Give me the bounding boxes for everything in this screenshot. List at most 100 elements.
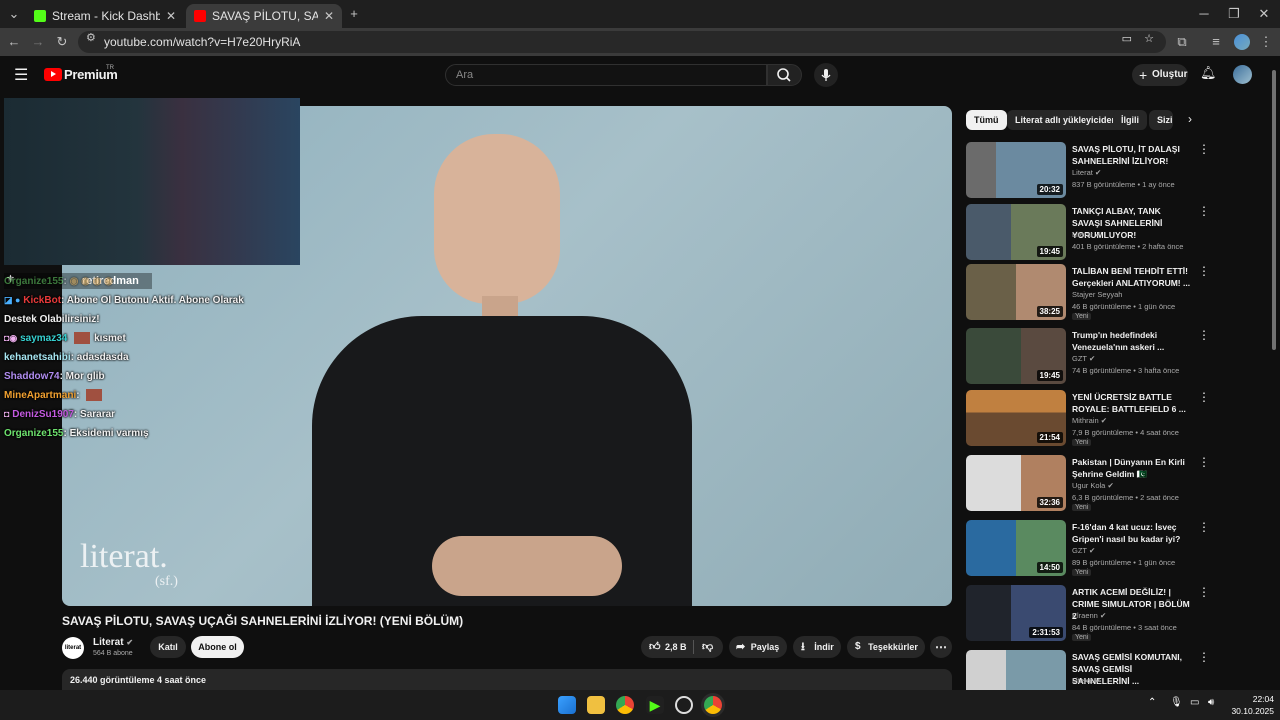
- start-menu-icon[interactable]: [558, 696, 576, 714]
- more-options-icon[interactable]: ⋮: [1198, 204, 1210, 218]
- recommended-video[interactable]: 19:45 TANKÇI ALBAY, TANK SAVAŞI SAHNELER…: [966, 204, 1216, 262]
- youtube-logo-icon[interactable]: [44, 68, 62, 81]
- tab-youtube-video[interactable]: SAVAŞ PİLOTU, SAVAŞ UÇAĞ ✕: [186, 4, 342, 28]
- extensions-icon[interactable]: ⧉: [1172, 28, 1192, 56]
- join-button[interactable]: Katıl: [150, 636, 186, 658]
- close-tab-icon[interactable]: ✕: [324, 9, 334, 23]
- video-title[interactable]: Trump'ın hedefindeki Venezuela'nın asker…: [1072, 329, 1192, 353]
- recommended-video[interactable]: 20:32 SAVAŞ PİLOTU, İT DALAŞI SAHNELERİN…: [966, 142, 1216, 200]
- channel-line[interactable]: Ugur Kola ✔: [1072, 481, 1114, 490]
- channel-line[interactable]: Literat ✔: [1072, 168, 1101, 177]
- channel-avatar[interactable]: literat: [62, 637, 84, 659]
- site-info-icon[interactable]: ⚙: [86, 31, 96, 44]
- video-thumbnail[interactable]: 2:31:53: [966, 585, 1066, 641]
- channel-line[interactable]: Mithrain ✔: [1072, 416, 1107, 425]
- video-title[interactable]: Pakistan | Dünyanın En Kirli Şehrine Gel…: [1072, 456, 1192, 480]
- more-options-icon[interactable]: ⋮: [1198, 328, 1210, 342]
- more-options-icon[interactable]: ⋮: [1198, 585, 1210, 599]
- recommendation-filter-chips: Tümü Literat adlı yükleyiciden İlgili Si…: [966, 110, 1206, 132]
- search-input[interactable]: Ara: [445, 64, 767, 86]
- notifications-bell-icon[interactable]: 🔔︎: [1200, 65, 1217, 81]
- file-explorer-icon[interactable]: [587, 696, 605, 714]
- recommended-video[interactable]: 21:54 YENİ ÜCRETSİZ BATTLE ROYALE: BATTL…: [966, 390, 1216, 448]
- more-options-icon[interactable]: ⋮: [1198, 650, 1210, 664]
- hamburger-menu-icon[interactable]: ☰: [14, 65, 28, 85]
- chip-for-you[interactable]: Sizi: [1149, 110, 1173, 130]
- channel-name[interactable]: Stajyer Seyyah: [1072, 290, 1122, 299]
- more-actions-icon[interactable]: ⋯: [930, 636, 952, 658]
- page-scrollbar[interactable]: [1272, 70, 1276, 350]
- chip-related[interactable]: İlgili: [1113, 110, 1147, 130]
- more-options-icon[interactable]: ⋮: [1198, 142, 1210, 156]
- subscribe-button[interactable]: Abone ol: [191, 636, 244, 658]
- share-button[interactable]: ➦ Paylaş: [729, 636, 787, 658]
- video-thumbnail[interactable]: 20:32: [966, 142, 1066, 198]
- dislike-icon[interactable]: 👎︎: [702, 636, 713, 658]
- video-title[interactable]: F-16'dan 4 kat ucuz: İsveç Gripen'i nası…: [1072, 521, 1192, 545]
- chevron-right-icon[interactable]: ›: [1188, 112, 1192, 126]
- volume-icon[interactable]: 🔊︎: [1208, 697, 1214, 708]
- chip-from-uploader[interactable]: Literat adlı yükleyiciden: [1007, 110, 1126, 130]
- new-tab-icon[interactable]: +: [344, 0, 364, 28]
- like-icon[interactable]: 👍︎: [649, 636, 661, 658]
- video-thumbnail[interactable]: 21:54: [966, 390, 1066, 446]
- like-count[interactable]: 2,8 B: [665, 636, 687, 658]
- more-options-icon[interactable]: ⋮: [1198, 390, 1210, 404]
- video-thumbnail[interactable]: 32:36: [966, 455, 1066, 511]
- recommended-video[interactable]: 14:50 F-16'dan 4 kat ucuz: İsveç Gripen'…: [966, 520, 1216, 578]
- browser-menu-icon[interactable]: ⋮: [1256, 28, 1276, 56]
- reading-list-icon[interactable]: ≡: [1206, 28, 1226, 56]
- network-icon[interactable]: ▭: [1190, 697, 1199, 708]
- more-options-icon[interactable]: ⋮: [1198, 264, 1210, 278]
- channel-name-link[interactable]: Literat ✔: [93, 637, 133, 648]
- back-icon[interactable]: ←: [4, 28, 24, 56]
- chip-all[interactable]: Tümü: [966, 110, 1007, 130]
- chrome-active-icon[interactable]: [704, 696, 722, 714]
- video-thumbnail[interactable]: 19:45: [966, 204, 1066, 260]
- video-thumbnail[interactable]: 14:50: [966, 520, 1066, 576]
- video-thumbnail[interactable]: 19:45: [966, 328, 1066, 384]
- channel-line[interactable]: GZT ✔: [1072, 354, 1095, 363]
- tab-kick-dashboard[interactable]: Stream - Kick Dashboard ✕: [26, 4, 184, 28]
- minimize-icon[interactable]: ─: [1194, 0, 1214, 28]
- close-tab-icon[interactable]: ✕: [166, 9, 176, 23]
- kick-app-icon[interactable]: ▶: [646, 696, 664, 714]
- maximize-icon[interactable]: ❐: [1224, 0, 1244, 28]
- microphone-tray-icon[interactable]: 🎙︎: [1170, 697, 1183, 708]
- recommended-video[interactable]: 2:31:53 ARTIK ACEMİ DEĞİLİZ! | CRIME SIM…: [966, 585, 1216, 643]
- chrome-icon[interactable]: [616, 696, 634, 714]
- channel-line[interactable]: Elraenn ✔: [1072, 611, 1106, 620]
- recommended-video[interactable]: 38:25 TALİBAN BENİ TEHDİT ETTİ! Gerçekle…: [966, 264, 1216, 322]
- video-thumbnail[interactable]: [966, 650, 1066, 690]
- cast-icon[interactable]: ▭: [1122, 32, 1132, 45]
- obs-icon[interactable]: [675, 696, 693, 714]
- video-title[interactable]: SAVAŞ PİLOTU, İT DALAŞI SAHNELERİNİ İZLİ…: [1072, 143, 1192, 167]
- address-bar[interactable]: ⚙ youtube.com/watch?v=H7e20HryRiA ▭ ☆: [78, 31, 1166, 53]
- recommended-video[interactable]: 32:36 Pakistan | Dünyanın En Kirli Şehri…: [966, 455, 1216, 513]
- channel-line[interactable]: Literat ✔: [1072, 676, 1101, 685]
- more-options-icon[interactable]: ⋮: [1198, 455, 1210, 469]
- profile-avatar[interactable]: [1234, 34, 1250, 50]
- recommended-video[interactable]: SAVAŞ GEMİSİ KOMUTANI, SAVAŞ GEMİSİ SAHN…: [966, 650, 1216, 690]
- download-button[interactable]: ⭳ İndir: [793, 636, 841, 658]
- more-options-icon[interactable]: ⋮: [1198, 520, 1210, 534]
- voice-search-button[interactable]: [814, 63, 838, 87]
- forward-icon[interactable]: →: [28, 28, 48, 56]
- search-button[interactable]: [767, 64, 802, 86]
- video-title[interactable]: YENİ ÜCRETSİZ BATTLE ROYALE: BATTLEFIELD…: [1072, 391, 1192, 415]
- bookmark-star-icon[interactable]: ☆: [1144, 32, 1154, 45]
- recommended-video[interactable]: 19:45 Trump'ın hedefindeki Venezuela'nın…: [966, 328, 1216, 386]
- description-box[interactable]: 26.440 görüntüleme 4 saat önce: [62, 669, 952, 691]
- reload-icon[interactable]: ↻: [52, 28, 72, 56]
- close-window-icon[interactable]: ✕: [1254, 0, 1274, 28]
- thanks-button[interactable]: $ Teşekkürler: [847, 636, 925, 658]
- system-clock[interactable]: 22:04 30.10.2025: [1231, 693, 1274, 717]
- video-thumbnail[interactable]: 38:25: [966, 264, 1066, 320]
- create-button[interactable]: + Oluştur: [1132, 64, 1188, 86]
- channel-line[interactable]: GZT ✔: [1072, 546, 1095, 555]
- channel-line[interactable]: Literat ✔: [1072, 230, 1101, 239]
- tab-search-icon[interactable]: ⌄: [4, 0, 24, 28]
- account-avatar[interactable]: [1233, 65, 1252, 84]
- tray-overflow-icon[interactable]: ⌃: [1148, 697, 1156, 708]
- video-title[interactable]: TALİBAN BENİ TEHDİT ETTİ! Gerçekleri ANL…: [1072, 265, 1192, 289]
